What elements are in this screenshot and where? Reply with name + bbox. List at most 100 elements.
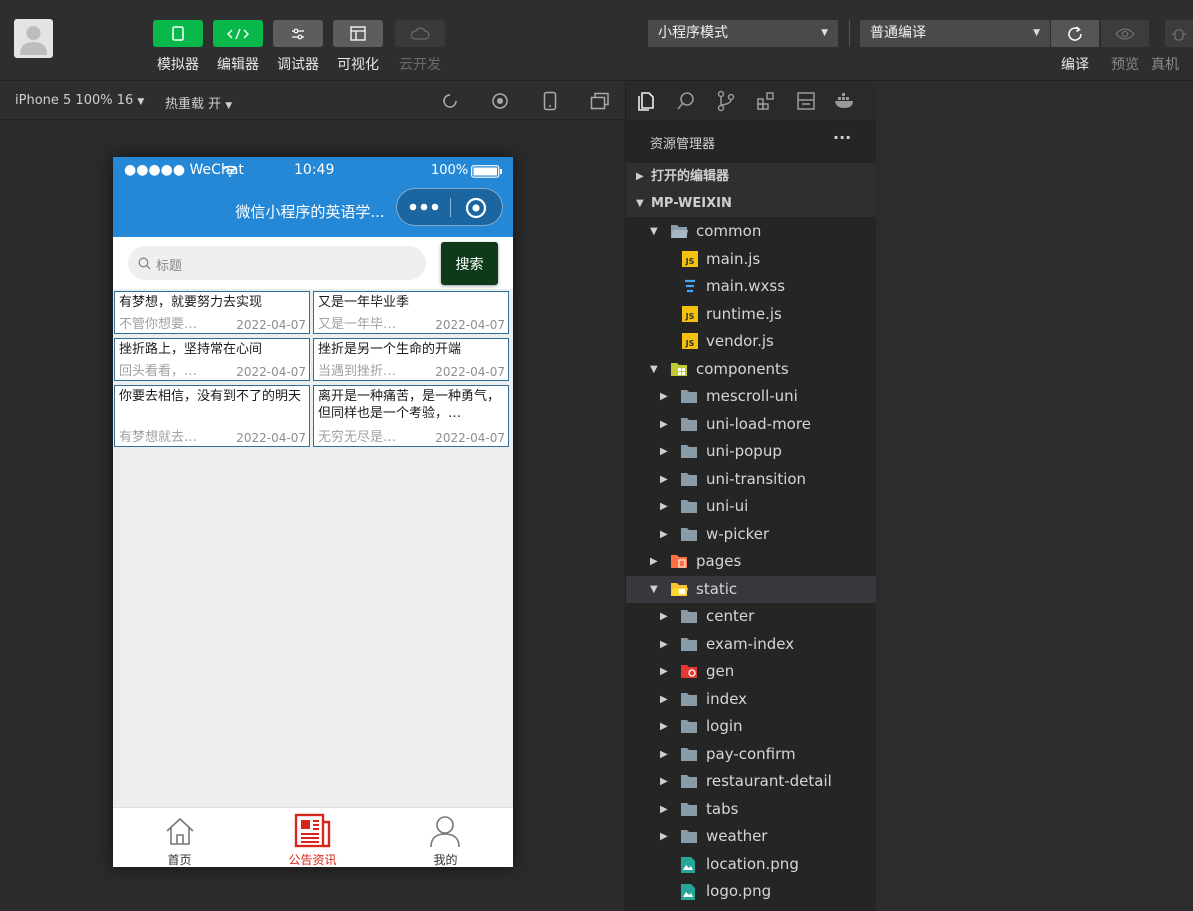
tree-item-common[interactable]: ▼ common [626,218,876,245]
debugger-button[interactable] [273,20,323,47]
notice-card[interactable]: 你要去相信，没有到不了的明天 有梦想就去… 2022-04-07 [114,385,310,447]
card-date: 2022-04-07 [435,318,505,332]
tree-item-runtime-js[interactable]: JS runtime.js [626,301,876,328]
editor-area [876,82,1193,911]
activity-bar [626,82,876,120]
tree-item-vendor-js[interactable]: JS vendor.js [626,328,876,355]
tree-item-w-picker[interactable]: ▶ w-picker [626,521,876,548]
tree-item-uni-ui[interactable]: ▶ uni-ui [626,493,876,520]
open-editors-section[interactable]: ▶ 打开的编辑器 [626,163,876,190]
wifi-icon [223,165,237,177]
tab-mine[interactable]: 我的 [379,808,512,867]
tab-news[interactable]: 公告资讯 [246,808,379,867]
record-icon[interactable] [491,92,509,110]
layout-icon [350,26,366,41]
status-bar: ●●●●● WeChat 10:49 100% [113,157,513,185]
tree-item-label: w-picker [706,524,770,543]
tree-item-label: uni-transition [706,469,807,488]
chevron-down-icon: ▼ [650,226,658,237]
tree-item-logo-png[interactable]: logo.png [626,878,876,905]
search-input[interactable]: 标题 [128,246,426,280]
mode-select[interactable]: 小程序模式 ▼ [648,20,838,47]
close-miniprogram-icon[interactable] [465,197,487,219]
tree-item-index[interactable]: ▶ index [626,686,876,713]
preview-button[interactable] [1101,20,1149,47]
real-device-button[interactable] [1165,20,1193,47]
source-control-icon[interactable] [716,90,736,112]
tree-item-mescroll-uni[interactable]: ▶ mescroll-uni [626,383,876,410]
tree-item-main-js[interactable]: JS main.js [626,246,876,273]
folder-icon [680,801,698,821]
tree-item-login[interactable]: ▶ login [626,713,876,740]
tree-item-main-wxss[interactable]: main.wxss [626,273,876,300]
chevron-right-icon: ▶ [660,391,668,402]
notice-card[interactable]: 挫折路上，坚持常在心间 回头看看，… 2022-04-07 [114,338,310,381]
cloud-dev-button[interactable] [395,20,445,47]
tree-item-label: tabs [706,799,739,818]
tree-item-restaurant-detail[interactable]: ▶ restaurant-detail [626,768,876,795]
tree-item-static[interactable]: ▼ static [626,575,876,603]
chevron-down-icon: ▼ [650,363,658,375]
tree-item-pay-confirm[interactable]: ▶ pay-confirm [626,741,876,768]
nav-bar: 微信小程序的英语学... [113,185,513,237]
device-select[interactable]: iPhone 5 100% 16 ▼ [15,93,144,108]
chevron-right-icon: ▶ [660,721,668,732]
hot-reload-select[interactable]: 热重载 开 ▼ [165,93,232,112]
window-detach-icon[interactable] [590,92,610,110]
tree-item-label: common [696,222,762,240]
chevron-right-icon: ▶ [660,666,668,677]
notice-card[interactable]: 离开是一种痛苦，是一种勇气，但同样也是一个考验，… 无穷无尽是… 2022-04… [313,385,509,447]
project-section[interactable]: ▼ MP-WEIXIN [626,190,876,217]
card-date: 2022-04-07 [435,431,505,445]
search-icon [138,257,151,270]
tab-home[interactable]: 首页 [113,808,246,867]
search-icon[interactable] [676,91,696,111]
compile-select[interactable]: 普通编译 ▼ [860,20,1050,47]
tree-item-label: runtime.js [706,304,782,323]
visual-button[interactable] [333,20,383,47]
explorer-header: 资源管理器 ··· [626,126,876,158]
card-summary: 又是一年毕… [318,317,397,332]
folder-icon [680,636,698,656]
tree-item-components[interactable]: ▼ components [626,356,876,383]
section-label: MP-WEIXIN [651,196,732,211]
phone-icon [172,26,184,41]
refresh-icon [1068,25,1082,41]
cloud-icon [410,27,430,40]
reload-icon[interactable] [441,92,459,110]
files-icon[interactable] [636,91,656,111]
notice-card[interactable]: 又是一年毕业季 又是一年毕… 2022-04-07 [313,291,509,334]
tree-item-uni-popup[interactable]: ▶ uni-popup [626,438,876,465]
image-file-icon [680,883,696,905]
nav-title: 微信小程序的英语学... [235,203,385,221]
tree-item-center[interactable]: ▶ center [626,603,876,630]
editor-button[interactable] [213,20,263,47]
storage-icon[interactable] [796,91,816,111]
tree-item-pages[interactable]: ▶ pages [626,548,876,575]
tree-item-location-png[interactable]: location.png [626,851,876,878]
extensions-icon[interactable] [756,91,776,111]
search-button[interactable]: 搜索 [441,242,498,285]
more-actions-icon[interactable]: ··· [833,128,851,147]
docker-icon[interactable] [834,92,856,110]
top-toolbar: 模拟器 编辑器 调试器 可视化 云开发 小程序模式 ▼ 普通编译 ▼ 编译 预览… [0,0,1193,81]
folder-icon [680,608,698,628]
compile-button[interactable] [1051,20,1099,47]
phone-screen: ●●●●● WeChat 10:49 100% 微信小程序的英语学... 标题 … [113,157,513,867]
notice-card[interactable]: 有梦想，就要努力去实现 不管你想要… 2022-04-07 [114,291,310,334]
code-icon [227,28,249,39]
more-dots-icon[interactable] [409,203,439,211]
user-avatar[interactable] [14,19,53,58]
section-label: 打开的编辑器 [651,169,730,184]
tree-item-label: restaurant-detail [706,772,832,790]
card-summary: 有梦想就去… [119,430,198,445]
tree-item-gen[interactable]: ▶ gen [626,658,876,685]
tree-item-uni-transition[interactable]: ▶ uni-transition [626,466,876,493]
tree-item-weather[interactable]: ▶ weather [626,823,876,850]
notice-card[interactable]: 挫折是另一个生命的开端 当遇到挫折… 2022-04-07 [313,338,509,381]
tree-item-exam-index[interactable]: ▶ exam-index [626,631,876,658]
tree-item-tabs[interactable]: ▶ tabs [626,796,876,823]
tree-item-uni-load-more[interactable]: ▶ uni-load-more [626,411,876,438]
simulator-button[interactable] [153,20,203,47]
phone-rotate-icon[interactable] [543,91,557,111]
